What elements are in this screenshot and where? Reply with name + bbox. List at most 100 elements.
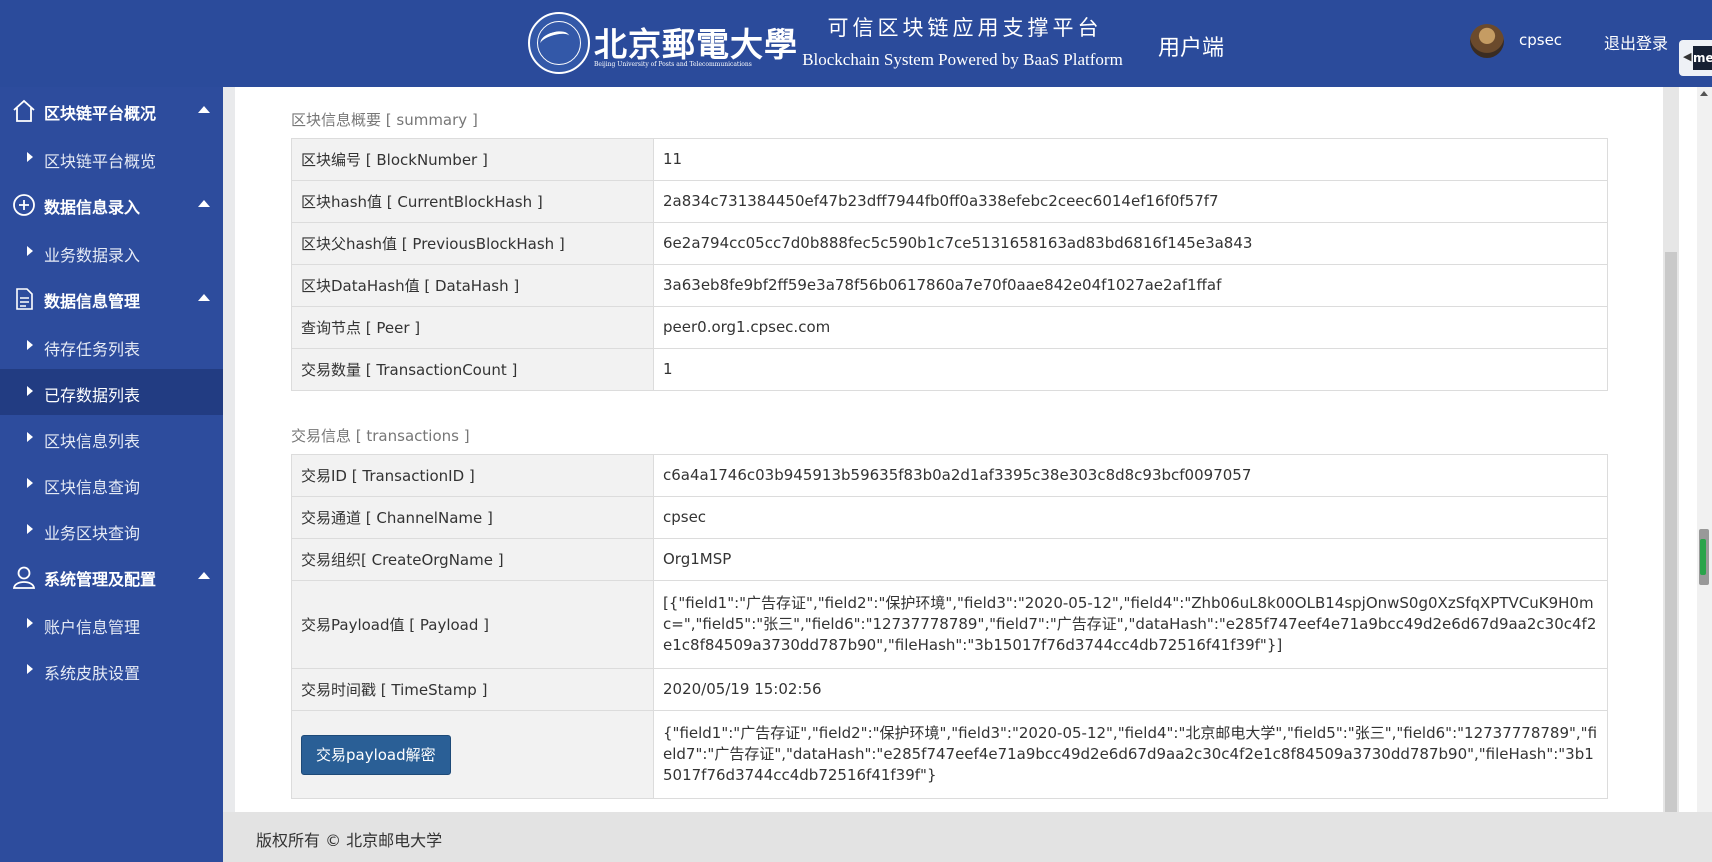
summary-key-block-number: 区块编号 [ BlockNumber ]	[291, 138, 654, 181]
summary-section-title: 区块信息概要 [ summary ]	[291, 111, 478, 129]
sidebar-group-label: 数据信息录入	[44, 198, 141, 217]
summary-value-previous-hash: 6e2a794cc05cc7d0b888fec5c590b1c7ce513165…	[653, 222, 1608, 265]
table-row: 交易通道 [ ChannelName ] cpsec	[291, 496, 1608, 539]
sidebar-group-system-config[interactable]: 系统管理及配置	[0, 553, 223, 601]
footer: 版权所有 © 北京邮电大学	[223, 812, 1712, 862]
platform-title-en: Blockchain System Powered by BaaS Platfo…	[802, 50, 1123, 69]
table-row: 查询节点 [ Peer ] peer0.org1.cpsec.com	[291, 306, 1608, 349]
sidebar-item-label: 业务数据录入	[44, 246, 141, 265]
table-row: 交易Payload值 [ Payload ] [{"field1":"广告存证"…	[291, 580, 1608, 669]
logout-link[interactable]: 退出登录	[1604, 30, 1668, 54]
extension-toggle-button[interactable]: ◀ me	[1679, 40, 1712, 76]
copyright-text: 版权所有 © 北京邮电大学	[256, 831, 443, 850]
caret-up-icon	[198, 106, 210, 113]
university-emblem-icon	[528, 12, 590, 74]
table-row: 区块DataHash值 [ DataHash ] 3a63eb8fe9bf2ff…	[291, 264, 1608, 307]
caret-up-icon	[198, 572, 210, 579]
table-row: 交易组织[ CreateOrgName ] Org1MSP	[291, 538, 1608, 581]
caret-right-icon	[27, 340, 33, 350]
tx-key-channel-name: 交易通道 [ ChannelName ]	[291, 496, 654, 539]
summary-value-data-hash: 3a63eb8fe9bf2ff59e3a78f56b0617860a7e70f0…	[653, 264, 1608, 307]
tx-value-payload: [{"field1":"广告存证","field2":"保护环境","field…	[653, 580, 1608, 669]
table-row: 交易payload解密 {"field1":"广告存证","field2":"保…	[291, 710, 1608, 799]
summary-key-previous-hash: 区块父hash值 [ PreviousBlockHash ]	[291, 222, 654, 265]
sidebar-item-stored-data[interactable]: 已存数据列表	[0, 369, 223, 415]
summary-key-data-hash: 区块DataHash值 [ DataHash ]	[291, 264, 654, 307]
sidebar-item-block-query[interactable]: 区块信息查询	[0, 461, 223, 507]
sidebar-item-block-list[interactable]: 区块信息列表	[0, 415, 223, 461]
tx-key-payload: 交易Payload值 [ Payload ]	[291, 580, 654, 669]
caret-right-icon	[27, 664, 33, 674]
table-row: 区块hash值 [ CurrentBlockHash ] 2a834c73138…	[291, 180, 1608, 223]
avatar[interactable]	[1470, 24, 1504, 58]
sidebar-group-label: 系统管理及配置	[44, 570, 157, 589]
table-row: 交易数量 [ TransactionCount ] 1	[291, 348, 1608, 391]
page-scrollbar[interactable]	[1697, 87, 1712, 812]
sidebar-item-business-block-query[interactable]: 业务区块查询	[0, 507, 223, 553]
summary-key-current-hash: 区块hash值 [ CurrentBlockHash ]	[291, 180, 654, 223]
caret-right-icon	[27, 386, 33, 396]
table-row: 区块编号 [ BlockNumber ] 11	[291, 138, 1608, 181]
tx-key-timestamp: 交易时间戳 [ TimeStamp ]	[291, 668, 654, 711]
summary-value-block-number: 11	[653, 138, 1608, 181]
home-icon	[13, 99, 35, 122]
user-icon	[12, 566, 36, 589]
summary-value-transaction-count: 1	[653, 348, 1608, 391]
tx-key-create-org: 交易组织[ CreateOrgName ]	[291, 538, 654, 581]
sidebar-item-label: 系统皮肤设置	[44, 664, 141, 683]
caret-right-icon	[27, 152, 33, 162]
sidebar-group-platform-overview[interactable]: 区块链平台概况	[0, 87, 223, 135]
document-icon	[16, 288, 33, 310]
transactions-table: 交易ID [ TransactionID ] c6a4a1746c03b9459…	[291, 454, 1608, 799]
top-header: 北京郵電大學 Beijing University of Posts and T…	[0, 0, 1712, 87]
caret-right-icon	[27, 618, 33, 628]
scroll-indicator-icon	[1700, 539, 1706, 575]
sidebar-item-skin-settings[interactable]: 系统皮肤设置	[0, 647, 223, 693]
sidebar-item-business-data-entry[interactable]: 业务数据录入	[0, 229, 223, 275]
tx-value-channel-name: cpsec	[653, 496, 1608, 539]
sidebar-item-platform-overview[interactable]: 区块链平台概览	[0, 135, 223, 181]
transactions-section-title: 交易信息 [ transactions ]	[291, 427, 470, 445]
platform-title-cn: 可信区块链应用支撑平台	[827, 16, 1103, 40]
decode-payload-button[interactable]: 交易payload解密	[301, 734, 451, 775]
role-label: 用户端	[1158, 36, 1225, 61]
sidebar-group-data-management[interactable]: 数据信息管理	[0, 275, 223, 323]
sidebar-group-label: 区块链平台概况	[44, 104, 157, 123]
tx-value-create-org: Org1MSP	[653, 538, 1608, 581]
table-row: 交易ID [ TransactionID ] c6a4a1746c03b9459…	[291, 454, 1608, 497]
scroll-up-icon[interactable]	[1700, 91, 1708, 96]
caret-up-icon	[198, 294, 210, 301]
sidebar-item-label: 账户信息管理	[44, 618, 141, 637]
sidebar-item-account-management[interactable]: 账户信息管理	[0, 601, 223, 647]
sidebar: 区块链平台概况 区块链平台概览 数据信息录入 业务数据录入 数据信息管理 待存任…	[0, 87, 223, 862]
table-row: 区块父hash值 [ PreviousBlockHash ] 6e2a794cc…	[291, 222, 1608, 265]
username: cpsec	[1519, 31, 1563, 49]
caret-right-icon	[27, 432, 33, 442]
tx-key-transaction-id: 交易ID [ TransactionID ]	[291, 454, 654, 497]
sidebar-item-label: 区块信息查询	[44, 478, 141, 497]
tx-value-transaction-id: c6a4a1746c03b945913b59635f83b0a2d1af3395…	[653, 454, 1608, 497]
tx-decode-cell: 交易payload解密	[291, 710, 654, 799]
caret-right-icon	[27, 246, 33, 256]
sidebar-group-data-entry[interactable]: 数据信息录入	[0, 181, 223, 229]
caret-right-icon	[27, 478, 33, 488]
content-scrollbar-thumb[interactable]	[1665, 252, 1677, 812]
summary-value-current-hash: 2a834c731384450ef47b23dff7944fb0ff0a338e…	[653, 180, 1608, 223]
sidebar-item-label: 已存数据列表	[44, 386, 141, 405]
sidebar-item-label: 待存任务列表	[44, 340, 141, 359]
university-name-en: Beijing University of Posts and Telecomm…	[594, 61, 752, 68]
platform-title: 可信区块链应用支撑平台 Blockchain System Powered by…	[795, 12, 1135, 70]
summary-key-peer: 查询节点 [ Peer ]	[291, 306, 654, 349]
tx-value-timestamp: 2020/05/19 15:02:56	[653, 668, 1608, 711]
sidebar-item-label: 业务区块查询	[44, 524, 141, 543]
content-edge	[223, 87, 235, 812]
summary-value-peer: peer0.org1.cpsec.com	[653, 306, 1608, 349]
sidebar-item-pending-tasks[interactable]: 待存任务列表	[0, 323, 223, 369]
summary-key-transaction-count: 交易数量 [ TransactionCount ]	[291, 348, 654, 391]
university-logo: 北京郵電大學 Beijing University of Posts and T…	[528, 10, 797, 78]
chevron-left-icon: ◀	[1683, 50, 1692, 63]
university-name-cn: 北京郵電大學	[594, 25, 798, 64]
extension-badge: me	[1693, 46, 1712, 70]
tx-decoded-payload: {"field1":"广告存证","field2":"保护环境","field3…	[653, 710, 1608, 799]
caret-up-icon	[198, 200, 210, 207]
